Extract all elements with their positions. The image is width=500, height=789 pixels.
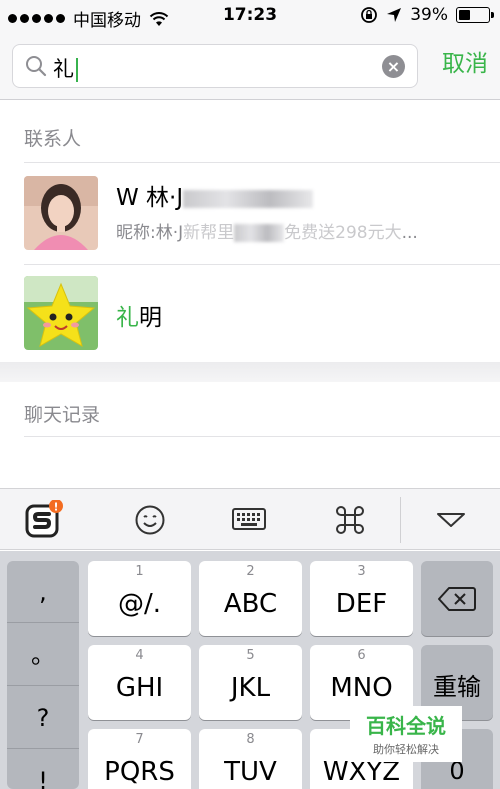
contact-subtitle: 昵称:林·J新帮里 免费送298元大...: [116, 223, 418, 243]
backspace-button[interactable]: [421, 561, 493, 636]
notification-badge: !: [53, 501, 58, 514]
rotation-lock-icon: [361, 7, 378, 23]
watermark-title: 百科全说: [366, 714, 446, 738]
divider: [24, 436, 500, 437]
wifi-icon: [149, 11, 169, 26]
key-4[interactable]: 4 GHI: [88, 645, 191, 720]
watermark-logo: 百科全说 助你轻松解决: [350, 706, 462, 762]
contact-name: 礼明: [116, 305, 162, 331]
carrier-name: 中国移动: [73, 11, 141, 31]
search-icon: [26, 56, 47, 77]
punctuation-key[interactable]: 。: [7, 624, 79, 686]
contacts-section-header: 联系人: [24, 128, 82, 150]
status-bar: 中国移动 17:23 39%: [0, 0, 500, 32]
contact-item[interactable]: W 林·J 昵称:林·J新帮里 免费送298元大...: [0, 164, 500, 264]
sogou-logo-icon[interactable]: !: [20, 497, 66, 543]
collapse-icon[interactable]: [428, 497, 474, 543]
avatar: [24, 176, 98, 250]
contact-item[interactable]: 礼明: [0, 264, 500, 364]
battery-percentage: 39%: [410, 5, 448, 25]
divider: [24, 162, 500, 163]
emoji-icon[interactable]: [127, 497, 173, 543]
punctuation-key[interactable]: ?: [7, 687, 79, 749]
key-2[interactable]: 2 ABC: [199, 561, 302, 636]
signal-strength-icon: [8, 14, 65, 23]
search-query-text: 礼: [53, 53, 78, 83]
watermark-subtitle: 助你轻松解决: [373, 743, 439, 756]
status-right: 39%: [360, 5, 494, 25]
key-8[interactable]: 8 TUV: [199, 729, 302, 789]
text-cursor: [76, 58, 78, 82]
search-header: 礼 ×: [0, 32, 500, 100]
highlighted-match: 礼: [116, 305, 139, 331]
command-icon[interactable]: [327, 497, 373, 543]
key-7[interactable]: 7 PQRS: [88, 729, 191, 789]
carrier-area: 中国移动: [8, 6, 169, 31]
battery-icon: [456, 7, 494, 23]
avatar: [24, 276, 98, 350]
battery-level: [459, 10, 470, 20]
key-5[interactable]: 5 JKL: [199, 645, 302, 720]
chat-records-section-header: 聊天记录: [24, 404, 101, 426]
cancel-button[interactable]: 取消: [442, 44, 488, 78]
keyboard-toolbar: !: [0, 488, 500, 550]
key-1[interactable]: 1 @/.: [88, 561, 191, 636]
contact-name: W 林·J: [116, 178, 314, 212]
punctuation-key[interactable]: !: [7, 750, 79, 789]
clear-search-icon[interactable]: ×: [382, 55, 405, 78]
key-3[interactable]: 3 DEF: [310, 561, 413, 636]
punctuation-column: , 。 ? !: [7, 561, 79, 789]
punctuation-key[interactable]: ,: [7, 561, 79, 623]
toolbar-divider: [400, 497, 401, 543]
backspace-icon: [438, 587, 476, 611]
search-input[interactable]: 礼 ×: [12, 44, 418, 88]
keyboard-icon[interactable]: [226, 497, 272, 543]
section-separator: [0, 362, 500, 382]
location-arrow-icon: [387, 8, 402, 22]
